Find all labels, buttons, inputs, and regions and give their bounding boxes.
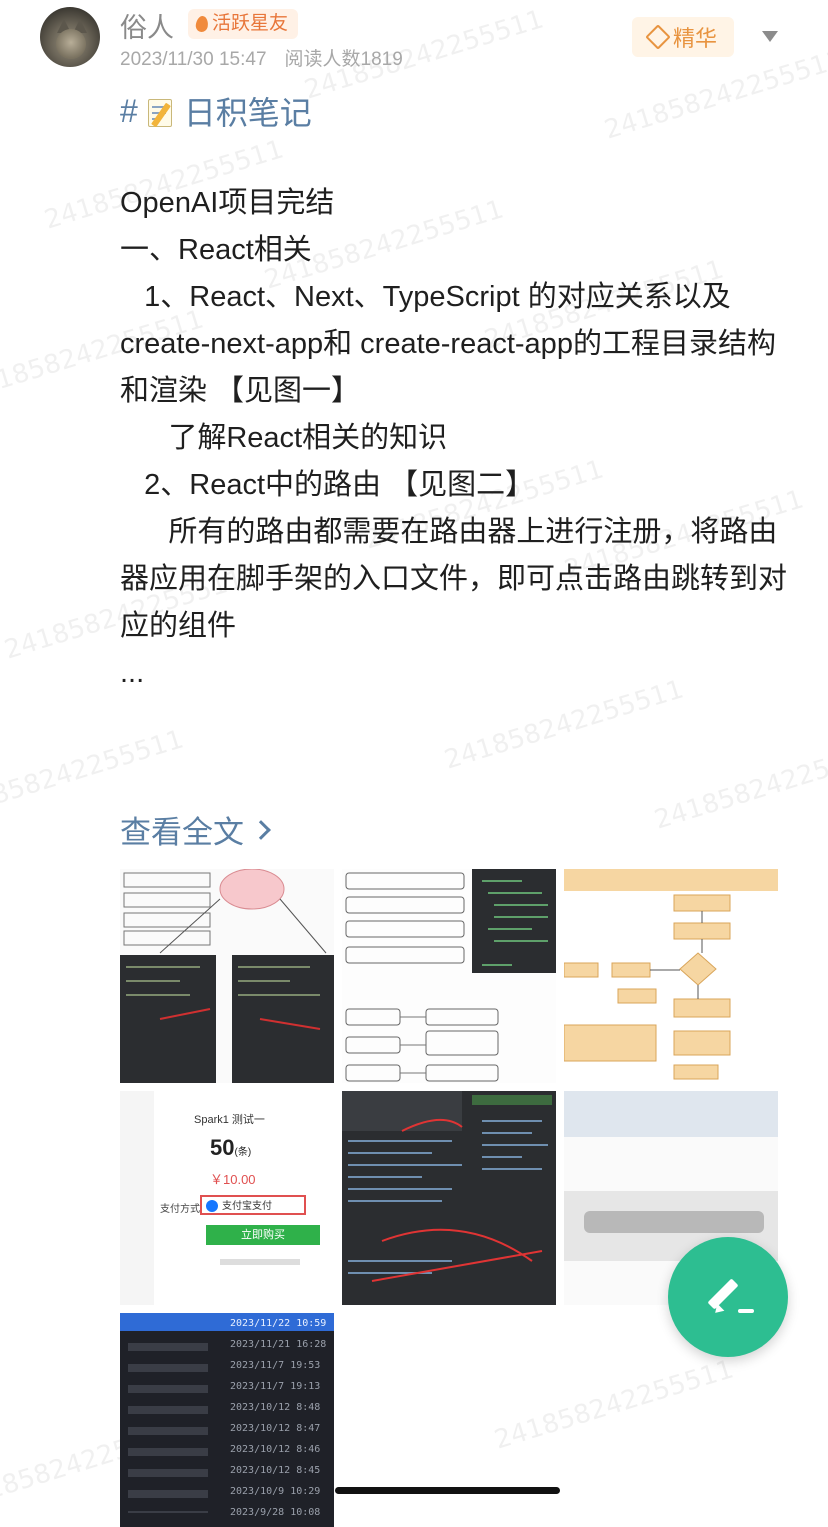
image-4[interactable]: Spark1 测试一 50(条) ￥10.00 支付方式 支付宝支付 立即购买 xyxy=(120,1091,334,1305)
memo-icon xyxy=(146,96,176,128)
diamond-icon xyxy=(645,24,671,50)
watermark: 241858242255511 xyxy=(651,734,828,836)
date-list: 2023/11/22 10:59 2023/11/21 16:28 2023/1… xyxy=(230,1313,326,1523)
member-badge: 活跃星友 xyxy=(188,9,299,39)
image-7[interactable]: 2023/11/22 10:59 2023/11/21 16:28 2023/1… xyxy=(120,1313,334,1527)
flame-icon xyxy=(194,15,210,33)
topic-hash: # xyxy=(120,92,138,129)
date-item: 2023/11/21 16:28 xyxy=(230,1339,327,1350)
date-item: 2023/10/12 8:47 xyxy=(230,1423,321,1434)
payment-card: Spark1 测试一 50(条) ￥10.00 支付方式 支付宝支付 立即购买 xyxy=(154,1091,334,1305)
date-item: 2023/11/7 19:13 xyxy=(230,1381,321,1392)
post-body: OpenAI项目完结 一、React相关 1、React、Next、TypeSc… xyxy=(120,180,800,697)
badge-label: 活跃星友 xyxy=(212,13,289,34)
edit-fab[interactable] xyxy=(668,1237,788,1357)
watermark: 241858242255511 xyxy=(601,44,828,146)
chevron-right-icon xyxy=(251,819,271,840)
payment-count: 50(条) xyxy=(210,1135,252,1160)
body-line: OpenAI项目完结 xyxy=(120,187,335,219)
post-date: 2023/11/30 15:47 xyxy=(120,49,267,70)
image-3[interactable] xyxy=(564,869,778,1083)
body-line: 了解React相关的知识 xyxy=(120,422,448,454)
image-5[interactable] xyxy=(342,1091,556,1305)
post-meta: 2023/11/30 15:47 阅读人数1819 xyxy=(120,44,403,71)
date-item: 2023/10/12 8:46 xyxy=(230,1444,321,1455)
avatar[interactable] xyxy=(40,7,100,67)
date-item: 2023/10/12 8:48 xyxy=(230,1402,321,1413)
see-all-link[interactable]: 查看全文 xyxy=(120,807,271,852)
image-2[interactable] xyxy=(342,869,556,1083)
payment-method[interactable]: 支付宝支付 xyxy=(200,1195,306,1215)
image-1[interactable] xyxy=(120,869,334,1083)
chevron-down-icon[interactable] xyxy=(762,31,778,42)
essence-label: 精华 xyxy=(672,26,717,51)
date-item: 2023/11/22 10:59 xyxy=(230,1318,327,1329)
read-count: 阅读人数1819 xyxy=(284,49,403,70)
payment-method-label: 支付方式 xyxy=(160,1204,200,1215)
body-line: 2、React中的路由 【见图二】 xyxy=(120,469,535,501)
date-item: 2023/9/28 10:08 xyxy=(230,1507,321,1518)
date-item: 2023/10/12 8:45 xyxy=(230,1465,321,1476)
pay-button[interactable]: 立即购买 xyxy=(206,1225,320,1245)
see-all-label: 查看全文 xyxy=(120,815,244,850)
body-line: 一、React相关 xyxy=(120,234,312,266)
date-item: 2023/10/9 10:29 xyxy=(230,1486,321,1497)
topic-tag[interactable]: # 日积笔记 xyxy=(120,88,312,134)
payment-title: Spark1 测试一 xyxy=(194,1114,265,1126)
body-line: 1、React、Next、TypeScript 的对应关系以及create-ne… xyxy=(120,281,776,407)
author-name[interactable]: 俗人 xyxy=(120,6,174,45)
topic-label: 日积笔记 xyxy=(183,95,312,131)
date-item: 2023/11/7 19:53 xyxy=(230,1360,321,1371)
body-line: ... xyxy=(120,657,145,689)
payment-price: ￥10.00 xyxy=(210,1172,256,1187)
essence-tag: 精华 xyxy=(632,17,734,57)
watermark: 241858242255511 xyxy=(491,1354,738,1456)
body-line: 所有的路由都需要在路由器上进行注册，将路由器应用在脚手架的入口文件，即可点击路由… xyxy=(120,516,788,642)
home-indicator xyxy=(335,1487,560,1494)
